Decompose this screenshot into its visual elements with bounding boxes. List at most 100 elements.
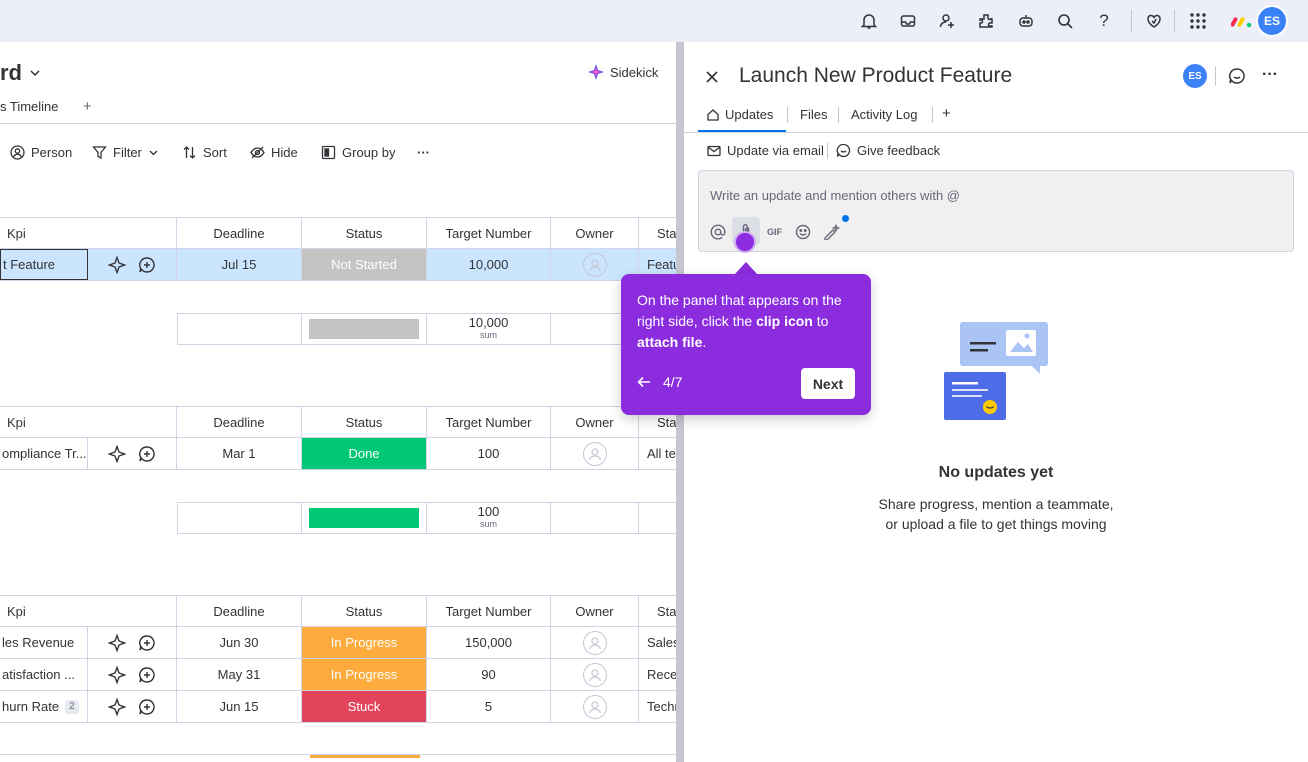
column-header-kpi[interactable]: Kpi <box>0 218 177 248</box>
extra-cell[interactable]: Sales <box>639 627 676 658</box>
tab-activity-log[interactable]: Activity Log <box>851 107 917 122</box>
owner-cell[interactable] <box>551 659 639 690</box>
filter-button[interactable]: Filter <box>92 145 159 160</box>
extra-cell[interactable]: All te <box>639 438 676 469</box>
deadline-cell[interactable]: Mar 1 <box>177 438 302 469</box>
column-header-status[interactable]: Status <box>302 596 427 626</box>
invite-member-icon[interactable] <box>936 10 958 32</box>
app-grid-icon[interactable] <box>1187 10 1209 32</box>
apps-icon[interactable] <box>975 10 997 32</box>
ai-sparkle-icon[interactable] <box>108 255 126 274</box>
monday-logo-icon[interactable] <box>1230 10 1254 32</box>
view-tab-timeline[interactable]: s Timeline <box>0 99 59 114</box>
ai-sparkle-icon[interactable] <box>108 633 126 652</box>
heart-icon[interactable] <box>1143 10 1165 32</box>
column-header-sta[interactable]: Sta <box>639 596 676 626</box>
ai-sparkle-icon[interactable] <box>108 665 126 684</box>
search-icon[interactable] <box>1054 10 1076 32</box>
deadline-cell[interactable]: May 31 <box>177 659 302 690</box>
bell-icon[interactable] <box>858 10 880 32</box>
target-number-cell[interactable]: 90 <box>427 659 551 690</box>
arrow-left-icon[interactable] <box>637 376 651 388</box>
status-cell[interactable]: In Progress <box>302 659 427 690</box>
tab-files[interactable]: Files <box>800 107 827 122</box>
board-title[interactable]: rd <box>0 60 42 86</box>
ai-sparkle-icon[interactable] <box>108 697 126 716</box>
target-number-cell[interactable]: 10,000 <box>427 249 551 280</box>
group-by-button[interactable]: Group by <box>321 145 395 160</box>
column-header-target[interactable]: Target Number <box>427 218 551 248</box>
extra-cell[interactable]: Techn <box>639 691 676 722</box>
table-row[interactable]: hurn Rate 2 Jun 15 Stuck 5 Techn <box>0 691 676 723</box>
item-title[interactable]: Launch New Product Feature <box>739 64 1012 88</box>
item-owner-avatar[interactable]: ES <box>1183 64 1207 88</box>
table-row[interactable]: atisfaction ... May 31 In Progress 90 Re… <box>0 659 676 691</box>
inbox-icon[interactable] <box>897 10 919 32</box>
column-header-target[interactable]: Target Number <box>427 407 551 437</box>
tooltip-next-button[interactable]: Next <box>801 368 855 399</box>
column-header-owner[interactable]: Owner <box>551 596 639 626</box>
deadline-cell[interactable]: Jun 30 <box>177 627 302 658</box>
give-feedback-button[interactable]: Give feedback <box>836 143 940 158</box>
owner-cell[interactable] <box>551 438 639 469</box>
user-avatar[interactable]: ES <box>1258 7 1286 35</box>
status-cell[interactable]: Not Started <box>302 249 427 280</box>
sidekick-button[interactable]: Sidekick <box>588 64 658 80</box>
ai-writer-icon[interactable] <box>823 224 841 240</box>
add-item-row[interactable] <box>0 281 676 314</box>
column-header-target[interactable]: Target Number <box>427 596 551 626</box>
item-name-cell[interactable]: atisfaction ... <box>0 659 88 690</box>
add-update-icon[interactable] <box>138 256 156 274</box>
more-options-button[interactable]: ··· <box>417 145 430 160</box>
column-header-deadline[interactable]: Deadline <box>177 407 302 437</box>
ai-robot-icon[interactable] <box>1015 10 1037 32</box>
owner-cell[interactable] <box>551 627 639 658</box>
hide-button[interactable]: Hide <box>250 145 298 160</box>
table-row[interactable]: les Revenue Jun 30 In Progress 150,000 S… <box>0 627 676 659</box>
update-via-email-button[interactable]: Update via email <box>707 143 824 158</box>
extra-cell[interactable]: Rece <box>639 659 676 690</box>
person-filter-button[interactable]: Person <box>10 145 72 160</box>
panel-chat-button[interactable] <box>1228 67 1246 85</box>
close-panel-button[interactable] <box>704 69 720 85</box>
table-row[interactable]: ompliance Tr... Mar 1 Done 100 All te <box>0 438 676 470</box>
mention-icon[interactable] <box>710 224 726 240</box>
item-name-cell[interactable]: t Feature <box>0 249 88 280</box>
column-header-deadline[interactable]: Deadline <box>177 218 302 248</box>
gif-button[interactable]: GIF <box>767 227 782 237</box>
target-number-cell[interactable]: 100 <box>427 438 551 469</box>
item-name-cell[interactable]: les Revenue <box>0 627 88 658</box>
column-header-kpi[interactable]: Kpi <box>0 407 177 437</box>
column-header-deadline[interactable]: Deadline <box>177 596 302 626</box>
add-update-icon[interactable] <box>138 698 156 716</box>
item-name-cell[interactable]: hurn Rate 2 <box>0 691 88 722</box>
add-update-icon[interactable] <box>138 634 156 652</box>
add-tab-button[interactable]: + <box>942 105 951 122</box>
target-number-cell[interactable]: 5 <box>427 691 551 722</box>
ai-sparkle-icon[interactable] <box>108 444 126 463</box>
status-cell[interactable]: Stuck <box>302 691 427 722</box>
add-update-icon[interactable] <box>138 445 156 463</box>
sort-button[interactable]: Sort <box>182 145 227 160</box>
emoji-icon[interactable] <box>795 224 811 240</box>
deadline-cell[interactable]: Jul 15 <box>177 249 302 280</box>
add-view-button[interactable]: + <box>83 98 92 115</box>
add-update-icon[interactable] <box>138 666 156 684</box>
column-header-status[interactable]: Status <box>302 218 427 248</box>
add-item-row[interactable] <box>0 470 676 503</box>
status-cell[interactable]: Done <box>302 438 427 469</box>
deadline-cell[interactable]: Jun 15 <box>177 691 302 722</box>
help-icon[interactable]: ? <box>1093 10 1115 32</box>
subitem-count-badge[interactable]: 2 <box>65 699 79 714</box>
table-row[interactable]: t Feature Jul 15 Not Started 10,000 Feat… <box>0 249 676 281</box>
target-number-cell[interactable]: 150,000 <box>427 627 551 658</box>
tooltip-hotspot[interactable] <box>734 231 756 253</box>
owner-cell[interactable] <box>551 691 639 722</box>
status-cell[interactable]: In Progress <box>302 627 427 658</box>
column-header-status[interactable]: Status <box>302 407 427 437</box>
tab-updates[interactable]: Updates <box>706 107 773 122</box>
column-header-sta[interactable]: Sta <box>639 218 676 248</box>
panel-more-button[interactable]: ··· <box>1262 66 1278 84</box>
item-name-cell[interactable]: ompliance Tr... <box>0 438 88 469</box>
column-header-kpi[interactable]: Kpi <box>0 596 177 626</box>
